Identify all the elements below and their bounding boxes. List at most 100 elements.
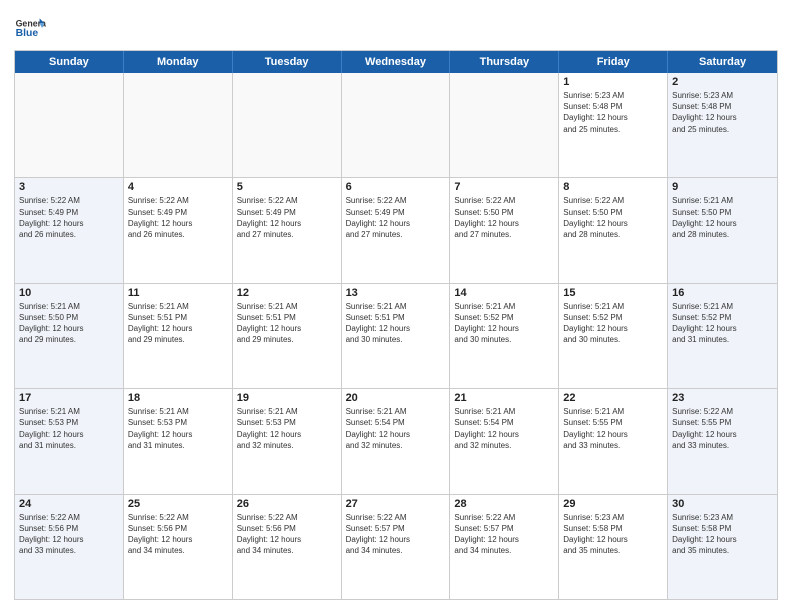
day-cell-22: 22 Sunrise: 5:21 AM Sunset: 5:55 PM Dayli… xyxy=(559,389,668,493)
day-info: Sunrise: 5:21 AM Sunset: 5:52 PM Dayligh… xyxy=(454,301,554,346)
day-cell-10: 10 Sunrise: 5:21 AM Sunset: 5:50 PM Dayli… xyxy=(15,284,124,388)
day-number: 11 xyxy=(128,287,228,299)
day-number: 29 xyxy=(563,498,663,510)
day-info: Sunrise: 5:21 AM Sunset: 5:53 PM Dayligh… xyxy=(19,406,119,451)
day-cell-16: 16Sunrise: 5:21 AM Sunset: 5:52 PM Dayli… xyxy=(668,284,777,388)
empty-cell xyxy=(124,73,233,177)
header-day-saturday: Saturday xyxy=(668,51,777,73)
calendar-header: SundayMondayTuesdayWednesdayThursdayFrid… xyxy=(15,51,777,73)
day-cell-27: 27 Sunrise: 5:22 AM Sunset: 5:57 PM Dayli… xyxy=(342,495,451,599)
day-cell-13: 13 Sunrise: 5:21 AM Sunset: 5:51 PM Dayli… xyxy=(342,284,451,388)
day-cell-20: 20Sunrise: 5:21 AM Sunset: 5:54 PM Dayli… xyxy=(342,389,451,493)
day-cell-14: 14 Sunrise: 5:21 AM Sunset: 5:52 PM Dayli… xyxy=(450,284,559,388)
day-number: 8 xyxy=(563,181,663,193)
day-cell-1: 1 Sunrise: 5:23 AM Sunset: 5:48 PM Daylig… xyxy=(559,73,668,177)
day-cell-15: 15Sunrise: 5:21 AM Sunset: 5:52 PM Dayli… xyxy=(559,284,668,388)
day-number: 14 xyxy=(454,287,554,299)
day-info: Sunrise: 5:21 AM Sunset: 5:51 PM Dayligh… xyxy=(346,301,446,346)
day-cell-29: 29 Sunrise: 5:23 AM Sunset: 5:58 PM Dayli… xyxy=(559,495,668,599)
calendar-page: General Blue SundayMondayTuesdayWednesda… xyxy=(0,0,792,612)
day-cell-7: 7Sunrise: 5:22 AM Sunset: 5:50 PM Daylig… xyxy=(450,178,559,282)
day-number: 15 xyxy=(563,287,663,299)
day-number: 23 xyxy=(672,392,773,404)
day-cell-19: 19Sunrise: 5:21 AM Sunset: 5:53 PM Dayli… xyxy=(233,389,342,493)
day-cell-12: 12 Sunrise: 5:21 AM Sunset: 5:51 PM Dayli… xyxy=(233,284,342,388)
day-number: 28 xyxy=(454,498,554,510)
day-cell-26: 26Sunrise: 5:22 AM Sunset: 5:56 PM Dayli… xyxy=(233,495,342,599)
day-cell-4: 4 Sunrise: 5:22 AM Sunset: 5:49 PM Daylig… xyxy=(124,178,233,282)
day-cell-21: 21 Sunrise: 5:21 AM Sunset: 5:54 PM Dayli… xyxy=(450,389,559,493)
day-cell-18: 18 Sunrise: 5:21 AM Sunset: 5:53 PM Dayli… xyxy=(124,389,233,493)
header-day-sunday: Sunday xyxy=(15,51,124,73)
day-number: 19 xyxy=(237,392,337,404)
day-number: 13 xyxy=(346,287,446,299)
day-cell-24: 24 Sunrise: 5:22 AM Sunset: 5:56 PM Dayli… xyxy=(15,495,124,599)
day-info: Sunrise: 5:21 AM Sunset: 5:53 PM Dayligh… xyxy=(128,406,228,451)
day-info: Sunrise: 5:23 AM Sunset: 5:48 PM Dayligh… xyxy=(672,90,773,135)
day-info: Sunrise: 5:23 AM Sunset: 5:58 PM Dayligh… xyxy=(563,512,663,557)
day-info: Sunrise: 5:22 AM Sunset: 5:50 PM Dayligh… xyxy=(563,195,663,240)
day-cell-11: 11 Sunrise: 5:21 AM Sunset: 5:51 PM Dayli… xyxy=(124,284,233,388)
day-cell-25: 25 Sunrise: 5:22 AM Sunset: 5:56 PM Dayli… xyxy=(124,495,233,599)
day-number: 2 xyxy=(672,76,773,88)
day-number: 25 xyxy=(128,498,228,510)
day-number: 5 xyxy=(237,181,337,193)
day-number: 6 xyxy=(346,181,446,193)
header-day-tuesday: Tuesday xyxy=(233,51,342,73)
day-cell-28: 28Sunrise: 5:22 AM Sunset: 5:57 PM Dayli… xyxy=(450,495,559,599)
day-cell-23: 23 Sunrise: 5:22 AM Sunset: 5:55 PM Dayli… xyxy=(668,389,777,493)
day-info: Sunrise: 5:21 AM Sunset: 5:51 PM Dayligh… xyxy=(128,301,228,346)
day-number: 21 xyxy=(454,392,554,404)
day-number: 17 xyxy=(19,392,119,404)
day-info: Sunrise: 5:23 AM Sunset: 5:58 PM Dayligh… xyxy=(672,512,773,557)
day-info: Sunrise: 5:21 AM Sunset: 5:51 PM Dayligh… xyxy=(237,301,337,346)
day-info: Sunrise: 5:22 AM Sunset: 5:57 PM Dayligh… xyxy=(346,512,446,557)
day-info: Sunrise: 5:21 AM Sunset: 5:50 PM Dayligh… xyxy=(672,195,773,240)
day-cell-30: 30 Sunrise: 5:23 AM Sunset: 5:58 PM Dayli… xyxy=(668,495,777,599)
day-number: 26 xyxy=(237,498,337,510)
day-number: 22 xyxy=(563,392,663,404)
calendar-row-3: 10 Sunrise: 5:21 AM Sunset: 5:50 PM Dayli… xyxy=(15,284,777,389)
day-info: Sunrise: 5:22 AM Sunset: 5:55 PM Dayligh… xyxy=(672,406,773,451)
day-info: Sunrise: 5:22 AM Sunset: 5:49 PM Dayligh… xyxy=(237,195,337,240)
day-cell-9: 9 Sunrise: 5:21 AM Sunset: 5:50 PM Daylig… xyxy=(668,178,777,282)
calendar-row-2: 3 Sunrise: 5:22 AM Sunset: 5:49 PM Daylig… xyxy=(15,178,777,283)
day-number: 3 xyxy=(19,181,119,193)
day-number: 1 xyxy=(563,76,663,88)
day-info: Sunrise: 5:22 AM Sunset: 5:56 PM Dayligh… xyxy=(128,512,228,557)
day-info: Sunrise: 5:22 AM Sunset: 5:49 PM Dayligh… xyxy=(128,195,228,240)
day-info: Sunrise: 5:22 AM Sunset: 5:56 PM Dayligh… xyxy=(19,512,119,557)
day-number: 20 xyxy=(346,392,446,404)
calendar-row-4: 17 Sunrise: 5:21 AM Sunset: 5:53 PM Dayli… xyxy=(15,389,777,494)
day-number: 4 xyxy=(128,181,228,193)
day-info: Sunrise: 5:22 AM Sunset: 5:49 PM Dayligh… xyxy=(346,195,446,240)
day-number: 18 xyxy=(128,392,228,404)
calendar-row-1: 1 Sunrise: 5:23 AM Sunset: 5:48 PM Daylig… xyxy=(15,73,777,178)
header-day-wednesday: Wednesday xyxy=(342,51,451,73)
day-info: Sunrise: 5:22 AM Sunset: 5:49 PM Dayligh… xyxy=(19,195,119,240)
day-number: 9 xyxy=(672,181,773,193)
day-cell-8: 8 Sunrise: 5:22 AM Sunset: 5:50 PM Daylig… xyxy=(559,178,668,282)
empty-cell xyxy=(450,73,559,177)
day-number: 30 xyxy=(672,498,773,510)
day-info: Sunrise: 5:23 AM Sunset: 5:48 PM Dayligh… xyxy=(563,90,663,135)
day-info: Sunrise: 5:22 AM Sunset: 5:50 PM Dayligh… xyxy=(454,195,554,240)
day-cell-3: 3 Sunrise: 5:22 AM Sunset: 5:49 PM Daylig… xyxy=(15,178,124,282)
day-number: 10 xyxy=(19,287,119,299)
day-number: 12 xyxy=(237,287,337,299)
day-number: 27 xyxy=(346,498,446,510)
header-day-thursday: Thursday xyxy=(450,51,559,73)
header-day-monday: Monday xyxy=(124,51,233,73)
day-number: 16 xyxy=(672,287,773,299)
calendar-row-5: 24 Sunrise: 5:22 AM Sunset: 5:56 PM Dayli… xyxy=(15,495,777,599)
empty-cell xyxy=(233,73,342,177)
logo: General Blue xyxy=(14,12,46,44)
header: General Blue xyxy=(14,12,778,44)
day-cell-5: 5 Sunrise: 5:22 AM Sunset: 5:49 PM Daylig… xyxy=(233,178,342,282)
day-info: Sunrise: 5:21 AM Sunset: 5:50 PM Dayligh… xyxy=(19,301,119,346)
svg-text:Blue: Blue xyxy=(16,28,39,39)
day-number: 24 xyxy=(19,498,119,510)
day-info: Sunrise: 5:21 AM Sunset: 5:55 PM Dayligh… xyxy=(563,406,663,451)
day-info: Sunrise: 5:21 AM Sunset: 5:54 PM Dayligh… xyxy=(454,406,554,451)
header-day-friday: Friday xyxy=(559,51,668,73)
